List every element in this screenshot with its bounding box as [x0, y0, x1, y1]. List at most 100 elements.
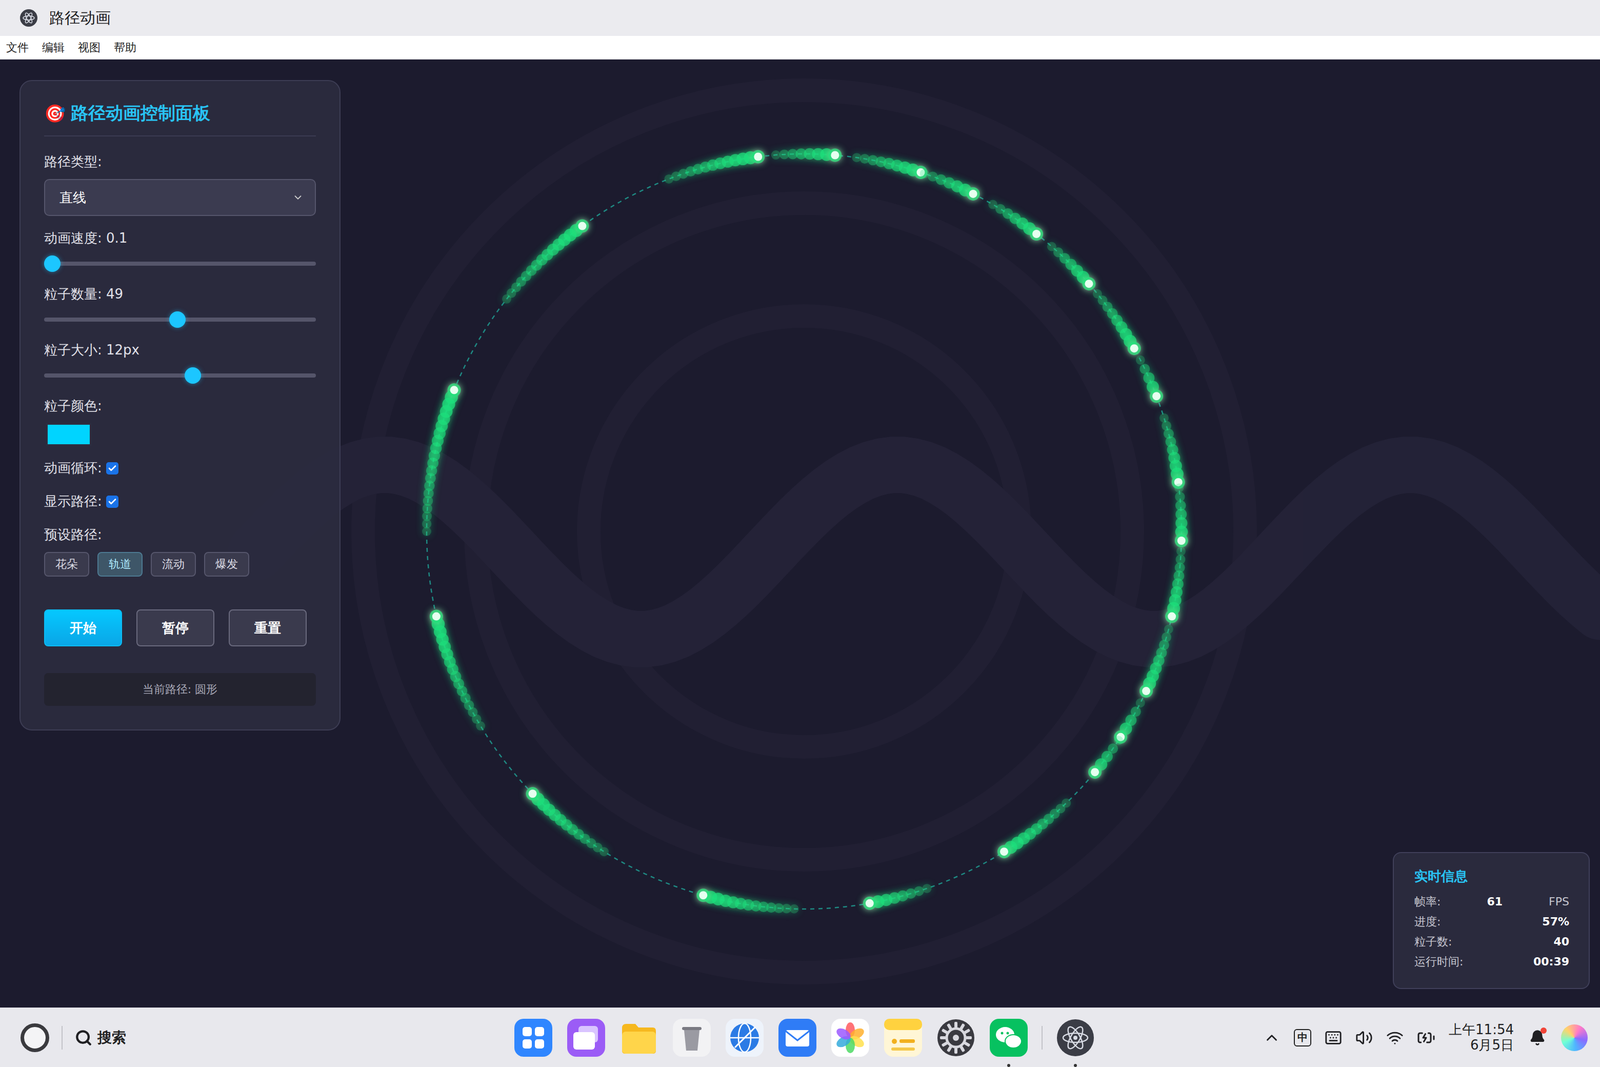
field-label: 动画速度: 0.1: [44, 229, 316, 248]
select-field: 路径类型:直线: [44, 152, 316, 216]
ime-indicator[interactable]: 中: [1293, 1028, 1312, 1047]
particle: [1082, 276, 1096, 291]
dock-app[interactable]: [566, 1017, 607, 1058]
menu-item[interactable]: 文件: [6, 40, 29, 56]
particle-head: [1000, 847, 1009, 856]
trash-icon[interactable]: [671, 1017, 712, 1058]
dock-app[interactable]: [830, 1017, 871, 1058]
folder-icon[interactable]: [618, 1017, 659, 1058]
slider-track: [44, 373, 316, 378]
dock-app[interactable]: [883, 1017, 924, 1058]
particle: [1176, 546, 1186, 556]
battery-icon[interactable]: [1416, 1028, 1436, 1047]
particle: [1135, 697, 1146, 708]
dock-divider: [1041, 1025, 1043, 1050]
particle: [851, 152, 862, 163]
browser-icon[interactable]: [724, 1017, 765, 1058]
slider-field: 粒子数量: 49: [44, 285, 316, 328]
dock-app[interactable]: [935, 1017, 976, 1058]
path-type-select[interactable]: 直线: [44, 178, 316, 216]
particle-trail: [851, 152, 928, 179]
wechat-icon[interactable]: [988, 1017, 1029, 1058]
slider[interactable]: [44, 311, 316, 328]
slider-thumb[interactable]: [184, 367, 202, 384]
background-decoration: [256, 90, 1600, 973]
menu-item[interactable]: 视图: [77, 40, 101, 56]
preset-button[interactable]: 流动: [150, 551, 196, 577]
check-icon: [107, 463, 117, 473]
wifi-icon[interactable]: [1386, 1028, 1404, 1047]
action-button[interactable]: 暂停: [136, 609, 215, 647]
particle-head: [969, 189, 978, 198]
field-label: 粒子数量: 49: [44, 285, 316, 304]
notification-button[interactable]: [1527, 1027, 1548, 1048]
particle-trail: [502, 219, 589, 304]
dock-app[interactable]: [618, 1017, 659, 1058]
multitask-icon[interactable]: [566, 1017, 607, 1058]
preset-button[interactable]: 爆发: [204, 551, 250, 577]
dock-app[interactable]: [671, 1017, 712, 1058]
field-label: 粒子大小: 12px: [44, 341, 316, 359]
keyboard-icon[interactable]: [1324, 1028, 1343, 1047]
taskbar-left: 搜索: [20, 1023, 514, 1052]
slider-thumb[interactable]: [169, 311, 186, 328]
motion-path: [426, 153, 1182, 909]
slider[interactable]: [44, 255, 316, 272]
mail-icon[interactable]: [777, 1017, 818, 1058]
particle: [966, 187, 980, 201]
volume-icon[interactable]: [1355, 1028, 1373, 1047]
particle-trail: [1088, 735, 1124, 779]
particle-head: [1084, 279, 1093, 288]
checkbox-row[interactable]: 显示路径:: [44, 492, 316, 511]
divider: [61, 1025, 63, 1050]
presets-field: 预设路径: 花朵轨道流动爆发: [44, 525, 316, 577]
particle-head: [698, 890, 708, 899]
slider[interactable]: [44, 367, 316, 384]
particle-trail: [920, 168, 980, 200]
search-button[interactable]: 搜索: [74, 1027, 127, 1048]
particle: [447, 383, 462, 397]
target-icon: 🎯: [44, 103, 66, 124]
field-label: 预设路径:: [44, 525, 316, 544]
particle: [1139, 684, 1153, 698]
dock-app[interactable]: [513, 1017, 554, 1058]
particle-trail: [664, 149, 765, 184]
particle-head: [1090, 767, 1099, 776]
path-app-icon[interactable]: [1055, 1017, 1096, 1058]
color-swatch[interactable]: [46, 423, 92, 446]
particle-trail: [771, 148, 842, 163]
dock-app[interactable]: [777, 1017, 818, 1058]
preset-button[interactable]: 花朵: [44, 551, 90, 577]
checkbox-row[interactable]: 动画循环:: [44, 458, 316, 477]
particle: [920, 168, 930, 178]
info-card: 实时信息帧率:61FPS进度:57%粒子数:40运行时间:00:39: [1392, 851, 1590, 989]
checkbox[interactable]: [106, 495, 119, 508]
dock-app[interactable]: [988, 1017, 1029, 1058]
settings-icon[interactable]: [935, 1017, 976, 1058]
menu-item[interactable]: 编辑: [42, 40, 65, 56]
chevron-up-icon[interactable]: [1263, 1028, 1281, 1047]
particle: [751, 149, 765, 164]
action-button[interactable]: 重置: [228, 609, 307, 647]
menu-item[interactable]: 帮助: [113, 40, 137, 56]
particle-trail: [422, 383, 462, 536]
checkbox[interactable]: [106, 462, 119, 475]
home-ring-icon[interactable]: [20, 1023, 50, 1052]
notes-icon[interactable]: [883, 1017, 924, 1058]
dock-app[interactable]: [724, 1017, 765, 1058]
launcher-icon[interactable]: [513, 1017, 554, 1058]
particle-head: [1130, 344, 1139, 353]
system-tray: 中 上午11:546月5日: [1263, 1022, 1588, 1053]
app-window: 路径动画文件编辑视图帮助🎯路径动画控制面板路径类型:直线动画速度: 0.1粒子数…: [0, 0, 1600, 1067]
dock-app[interactable]: [1055, 1017, 1096, 1058]
action-button[interactable]: 开始: [44, 609, 123, 647]
photos-icon[interactable]: [830, 1017, 871, 1058]
clock[interactable]: 上午11:546月5日: [1448, 1022, 1514, 1053]
particle-head: [1152, 391, 1161, 400]
chevron-down-icon: [292, 191, 304, 204]
taskbar: 搜索 中 上午11:546月5日: [0, 1007, 1600, 1067]
slider-thumb[interactable]: [44, 255, 61, 272]
preset-button[interactable]: 轨道: [97, 551, 143, 577]
assistant-orb-icon[interactable]: [1561, 1024, 1588, 1051]
color-field: 粒子颜色:: [44, 396, 316, 446]
